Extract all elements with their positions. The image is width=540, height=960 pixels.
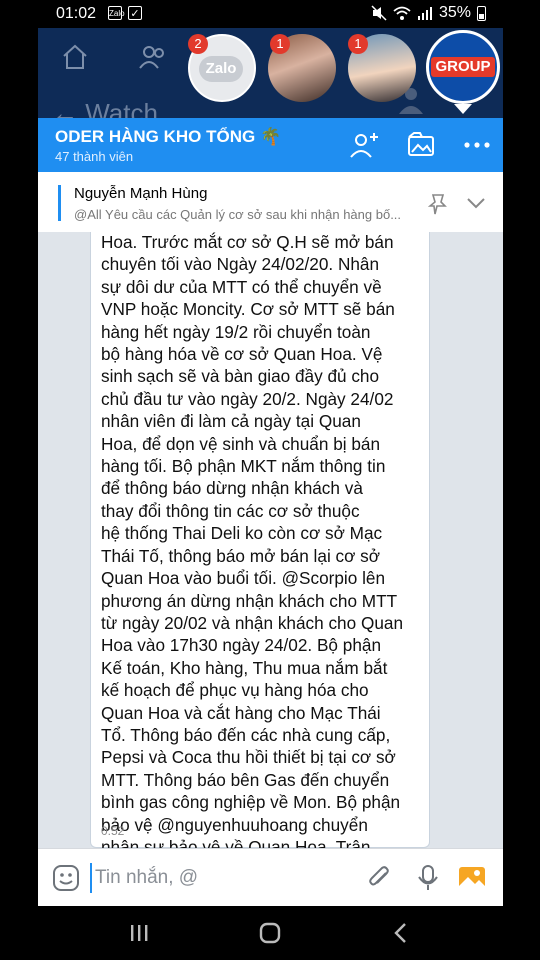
message-text: Hoa. Trước mắt cơ sở Q.H sẽ mở bán chuyê… — [101, 232, 403, 848]
zalo-unread-badge: 2 — [188, 34, 208, 54]
image-picker-icon[interactable] — [458, 864, 486, 892]
home-button-icon[interactable] — [257, 920, 283, 946]
group-label: GROUP — [431, 57, 495, 77]
pinned-snippet: @All Yêu cầu các Quản lý cơ sở sau khi n… — [74, 207, 402, 222]
media-gallery-icon[interactable] — [406, 131, 436, 159]
sticker-icon[interactable] — [52, 864, 80, 892]
wifi-icon — [393, 6, 411, 20]
pinned-message[interactable]: Nguyễn Mạnh Hùng @All Yêu cầu các Quản l… — [38, 172, 503, 233]
message-input[interactable]: Tin nhắn, @ — [90, 863, 365, 893]
chat-header: ODER HÀNG KHO TỔNG 🌴 47 thành viên — [38, 118, 503, 172]
chevron-down-icon[interactable] — [466, 196, 486, 210]
back-icon[interactable] — [388, 920, 414, 946]
status-bar: 01:02 Zalo ✓ 35% — [0, 0, 540, 28]
microphone-icon[interactable] — [414, 864, 442, 892]
more-options-icon[interactable] — [462, 131, 492, 159]
checkbox-notification-icon: ✓ — [128, 6, 142, 20]
add-member-icon[interactable] — [350, 131, 380, 159]
message-composer: Tin nhắn, @ — [38, 848, 503, 907]
signal-icon — [417, 7, 432, 20]
pinned-sender: Nguyễn Mạnh Hùng — [74, 185, 208, 202]
chat-area[interactable]: Hoa. Trước mắt cơ sở Q.H sẽ mở bán chuyê… — [38, 232, 503, 848]
home-icon[interactable] — [60, 42, 90, 72]
member-count: 47 thành viên — [55, 149, 134, 164]
group-chat-head[interactable]: GROUP — [426, 30, 500, 104]
active-head-pointer — [454, 104, 472, 114]
avatar1-unread-badge: 1 — [270, 34, 290, 54]
contacts-icon[interactable] — [138, 42, 168, 72]
attachment-icon[interactable] — [366, 864, 394, 892]
group-title[interactable]: ODER HÀNG KHO TỔNG 🌴 — [55, 127, 281, 147]
message-bubble[interactable]: Hoa. Trước mắt cơ sở Q.H sẽ mở bán chuyê… — [90, 232, 430, 848]
avatar2-unread-badge: 1 — [348, 34, 368, 54]
pin-icon[interactable] — [428, 192, 450, 216]
pinned-accent-bar — [58, 185, 61, 221]
battery-icon — [477, 5, 486, 21]
zalo-notification-icon: Zalo — [108, 6, 125, 20]
recent-apps-icon[interactable] — [126, 920, 152, 946]
mute-icon — [371, 5, 387, 21]
message-time: 0:52 — [101, 824, 125, 838]
battery-percent: 35% — [438, 4, 471, 21]
status-time: 01:02 — [56, 5, 97, 22]
status-right-group: 35% — [371, 4, 486, 22]
system-nav-bar — [0, 906, 540, 960]
zalo-logo: Zalo — [199, 56, 243, 82]
